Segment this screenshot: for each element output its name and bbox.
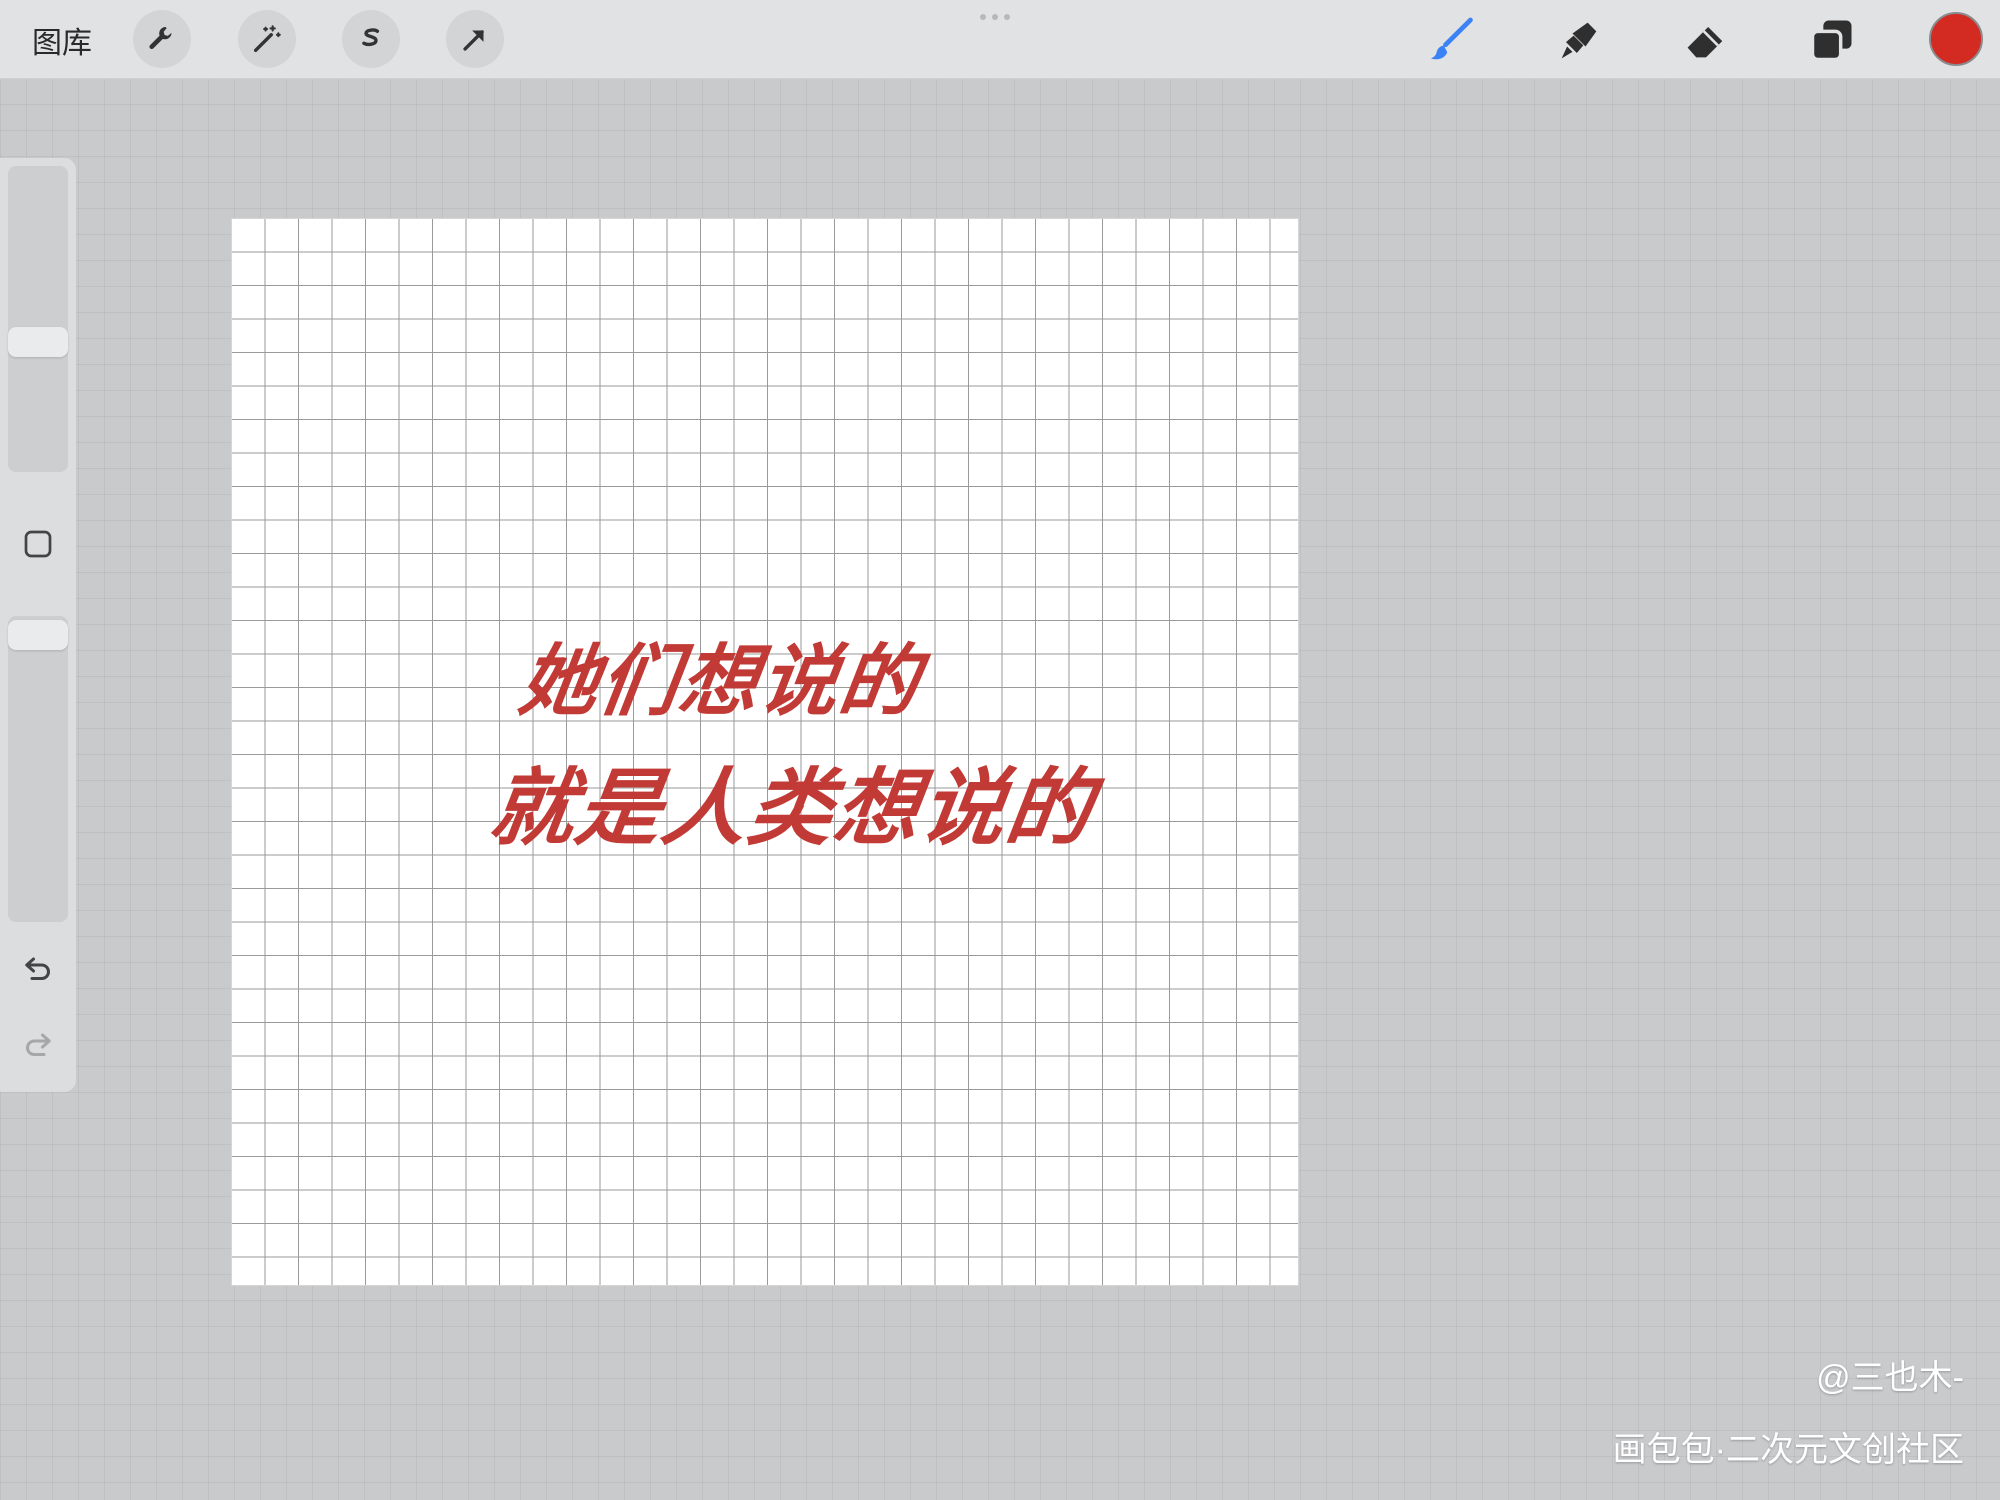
transform-button[interactable] [446,10,504,68]
gallery-button[interactable]: 图库 [32,18,92,62]
magic-wand-icon [253,25,281,53]
selection-icon [362,28,380,47]
actions-button[interactable] [133,10,191,68]
top-grip-handle[interactable] [980,14,1010,20]
brush-icon [1430,17,1473,60]
modify-button[interactable] [18,524,58,564]
color-picker-swatch[interactable] [1929,12,1983,66]
opacity-slider[interactable] [8,616,68,922]
brush-size-handle[interactable] [8,327,68,357]
layers-button[interactable] [1804,12,1860,68]
drawing-canvas[interactable]: 她们想说的 就是人类想说的 [232,219,1298,1285]
watermark-author: @三也木- [1816,1359,1964,1397]
smudge-icon [1561,22,1597,59]
square-modify-icon [24,530,52,558]
top-toolbar: 图库 [0,0,2000,79]
adjustments-button[interactable] [238,10,296,68]
undo-button[interactable] [18,948,58,988]
redo-button[interactable] [18,1024,58,1064]
selection-button[interactable] [342,10,400,68]
layers-icon [1810,20,1852,62]
brush-size-slider[interactable] [8,166,68,472]
brush-tool-button[interactable] [1424,12,1480,68]
left-sidebar [0,158,76,1092]
wrench-icon [149,26,172,50]
calligraphy-line-1: 她们想说的 [513,636,927,727]
undo-icon [25,957,50,980]
eraser-icon [1687,27,1723,58]
transform-arrow-icon [463,30,484,51]
watermark-site: 画包包·二次元文创社区 [1612,1431,1964,1469]
opacity-handle[interactable] [8,620,68,650]
calligraphy-line-2: 就是人类想说的 [484,758,1101,857]
eraser-tool-button[interactable] [1678,12,1734,68]
smudge-tool-button[interactable] [1551,12,1607,68]
redo-icon [26,1033,51,1056]
